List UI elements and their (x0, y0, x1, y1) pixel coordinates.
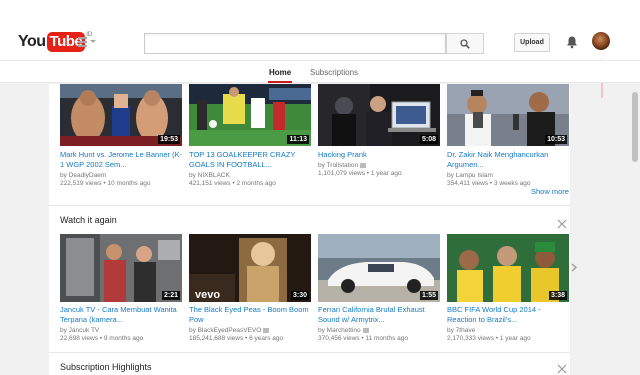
video-views: 222,519 views (60, 180, 102, 187)
video-title[interactable]: The Black Eyed Peas - Boom Boom Pow (189, 305, 313, 325)
video-duration: 3:38 (548, 291, 567, 300)
video-stats: 1,101,079 views • 1 year ago (318, 170, 402, 177)
tab-subscriptions[interactable]: Subscriptions (310, 68, 358, 77)
feed-tabs: Home Subscriptions (0, 60, 640, 83)
youtube-home-page: You Tube ID Upload Home Subscriptions 19… (0, 0, 640, 375)
active-tab-indicator (268, 81, 292, 83)
section-title-subscription-highlights[interactable]: Subscription Highlights (60, 362, 152, 372)
video-stats: 185,241,688 views • 6 years ago (189, 335, 284, 342)
masthead: You Tube ID Upload (0, 0, 640, 60)
video-title[interactable]: TOP 13 GOALKEEPER CRAZY GOALS IN FOOTBAL… (189, 150, 313, 170)
video-age: 3 weeks ago (493, 180, 531, 187)
video-views: 1,101,079 views (318, 170, 365, 177)
video-views: 22,698 views (60, 335, 98, 342)
upload-button[interactable]: Upload (514, 33, 550, 52)
video-duration: 3:30 (290, 291, 309, 300)
guide-menu-icon[interactable] (78, 37, 96, 47)
video-views: 421,151 views (189, 180, 231, 187)
video-title[interactable]: Mark Hunt vs. Jerome Le Banner (K-1 WGP … (60, 150, 184, 170)
verified-icon (362, 327, 369, 333)
notification-bell-icon[interactable] (565, 35, 579, 49)
video-title[interactable]: Jancuk TV - Cara Membuat Wanita Terpana … (60, 305, 184, 325)
video-title[interactable]: Dr. Zakir Naik Menghancurkan Argumen... (447, 150, 571, 170)
video-thumbnail[interactable]: 10:53 (447, 84, 569, 146)
video-age: 1 year ago (499, 335, 531, 342)
section-divider (49, 205, 570, 206)
close-icon[interactable] (557, 364, 567, 374)
video-thumbnail[interactable]: 11:13 (189, 84, 311, 146)
logo-you-text: You (18, 33, 46, 50)
video-thumbnail[interactable]: 1:55 (318, 234, 440, 302)
tab-home[interactable]: Home (269, 68, 291, 77)
show-more-link[interactable]: Show more (531, 187, 569, 196)
video-channel[interactable]: by Trollstation (318, 162, 358, 169)
verified-icon (263, 327, 270, 333)
scrollbar-thumb[interactable] (632, 92, 638, 162)
video-age: 1 year ago (370, 170, 402, 177)
svg-text:vevo: vevo (195, 289, 220, 301)
video-stats: 22,698 views • 9 months ago (60, 335, 144, 342)
chevron-right-icon[interactable] (571, 263, 577, 272)
video-duration: 11:13 (287, 135, 309, 144)
video-channel[interactable]: by Marchettino (318, 327, 361, 334)
video-duration: 1:55 (419, 291, 438, 300)
video-age: 2 months ago (236, 180, 276, 187)
search-icon (460, 38, 470, 49)
video-stats: 2,170,333 views • 1 year ago (447, 335, 531, 342)
video-thumbnail[interactable]: 5:08 (318, 84, 440, 146)
section-divider (49, 352, 570, 353)
video-age: 6 years ago (249, 335, 284, 342)
video-stats: 222,519 views • 10 months ago (60, 180, 151, 187)
search-button[interactable] (446, 33, 484, 54)
video-duration: 2:21 (161, 291, 180, 300)
video-thumbnail[interactable]: vevo 3:30 (189, 234, 311, 302)
video-age: 10 months ago (107, 180, 151, 187)
video-duration: 5:08 (419, 135, 438, 144)
video-views: 185,241,688 views (189, 335, 244, 342)
video-views: 370,456 views (318, 335, 360, 342)
video-title[interactable]: Hacking Prank (318, 150, 442, 160)
video-views: 354,411 views (447, 180, 489, 187)
video-thumbnail[interactable]: 2:21 (60, 234, 182, 302)
search-input[interactable] (144, 33, 446, 54)
verified-icon (360, 162, 367, 168)
video-age: 11 months ago (365, 335, 408, 342)
video-views: 2,170,333 views (447, 335, 494, 342)
video-duration: 10:53 (545, 135, 567, 144)
video-stats: 370,456 views • 11 months ago (318, 335, 408, 342)
video-thumbnail[interactable]: 19:53 (60, 84, 182, 146)
video-stats: 421,151 views • 2 months ago (189, 180, 276, 187)
video-title[interactable]: Ferrari California Brutal Exhaust Sound … (318, 305, 442, 325)
close-icon[interactable] (557, 219, 567, 229)
video-duration: 19:53 (158, 135, 180, 144)
video-age: 9 months ago (103, 335, 144, 342)
account-avatar[interactable] (592, 32, 610, 50)
video-title[interactable]: BBC FIFA World Cup 2014 - Reaction to Br… (447, 305, 571, 325)
video-thumbnail[interactable]: 3:38 (447, 234, 569, 302)
video-channel[interactable]: by BlackEyedPeasVEVO (189, 327, 261, 334)
section-title-watch-it-again[interactable]: Watch it again (60, 215, 117, 225)
